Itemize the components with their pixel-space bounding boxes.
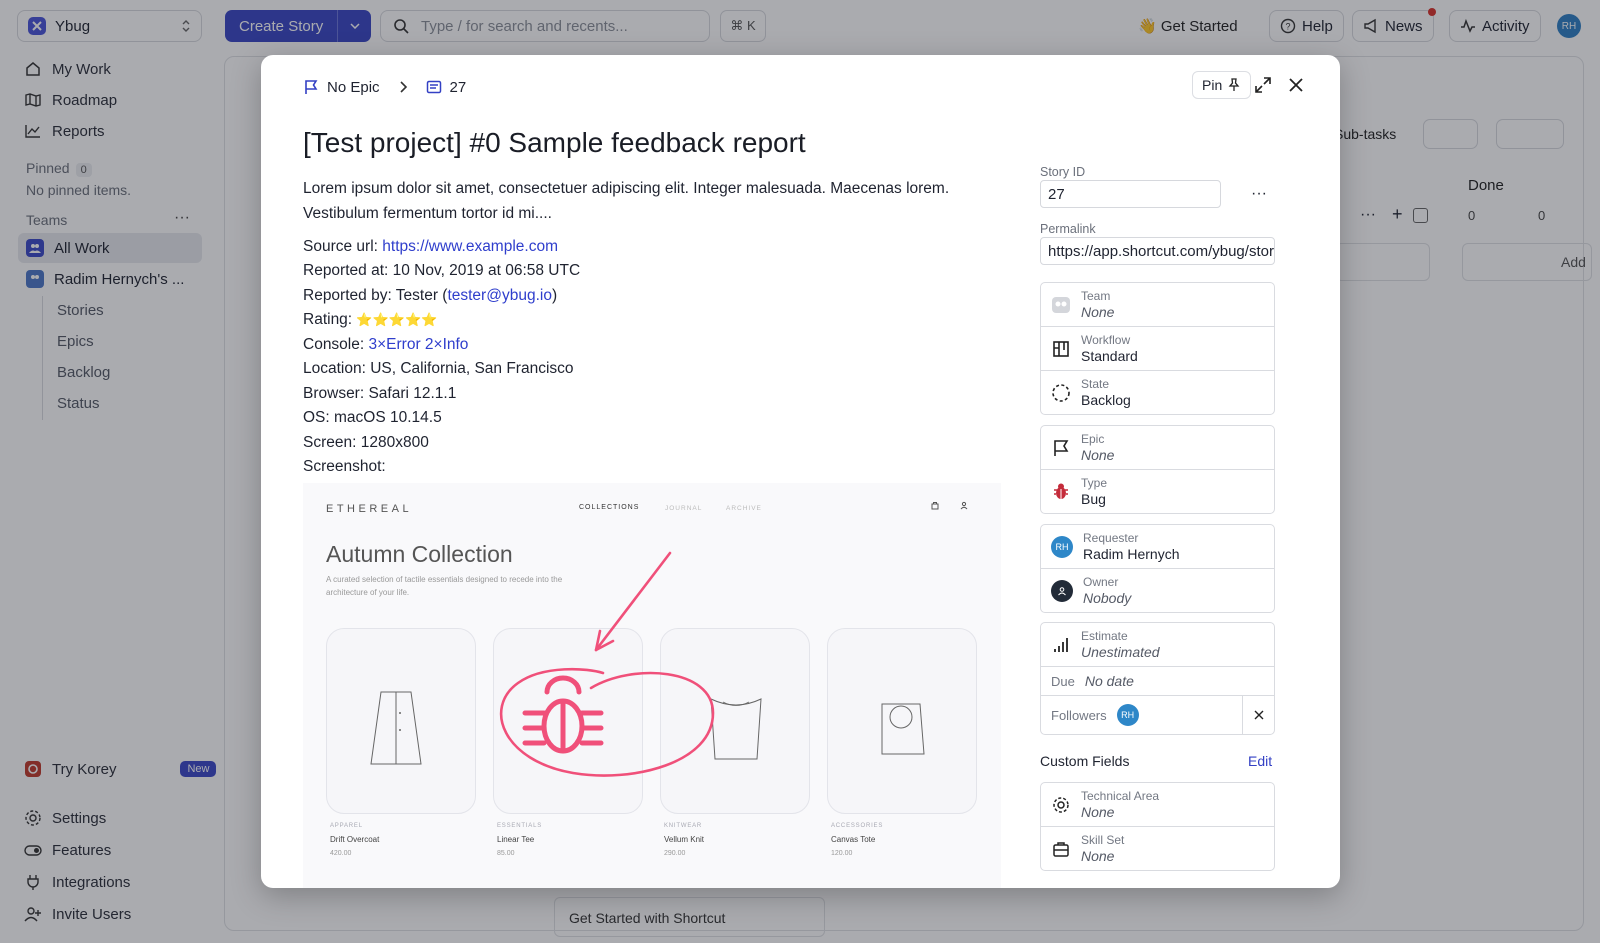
source-url-label: Source url:	[303, 238, 383, 255]
team-value: None	[1081, 303, 1115, 320]
pin-button[interactable]: Pin	[1192, 71, 1252, 99]
more-options-icon[interactable]: ···	[1251, 185, 1267, 203]
epic-label: Epic	[1081, 431, 1105, 446]
followers-field[interactable]: Followers RH	[1040, 695, 1275, 735]
reported-by-close: )	[551, 287, 558, 304]
bug-icon	[1051, 482, 1071, 502]
permalink-label: Permalink	[1040, 222, 1096, 236]
story-id-field[interactable]: 27	[1040, 180, 1221, 208]
reported-by-label: Reported by: Tester (	[303, 287, 448, 304]
permalink-field[interactable]: https://app.shortcut.com/ybug/story/27	[1040, 237, 1275, 265]
technical-area-label: Technical Area	[1081, 788, 1160, 803]
annotation-overlay	[500, 551, 715, 777]
breadcrumb: No Epic 27	[303, 78, 466, 96]
workflow-value: Standard	[1081, 347, 1138, 364]
skill-set-value: None	[1081, 847, 1115, 864]
state-field[interactable]: State Backlog	[1040, 370, 1275, 415]
reporter-email-link[interactable]: tester@ybug.io	[447, 287, 551, 304]
nobody-avatar-icon	[1051, 579, 1073, 602]
gear-icon	[1051, 795, 1071, 815]
due-value: No date	[1084, 672, 1134, 689]
requester-value: Radim Hernych	[1083, 545, 1180, 562]
reported-at: Reported at: 10 Nov, 2019 at 06:58 UTC	[303, 262, 581, 279]
custom-fields-edit-link[interactable]: Edit	[1248, 753, 1272, 769]
owner-value: Nobody	[1083, 589, 1132, 606]
pin-icon	[1228, 78, 1240, 91]
browser-line: Browser: Safari 12.1.1	[303, 385, 457, 402]
technical-area-value: None	[1081, 803, 1115, 820]
custom-fields-heading: Custom Fields	[1040, 753, 1130, 769]
estimate-value: Unestimated	[1081, 643, 1160, 660]
rating-stars: ⭐⭐⭐⭐⭐	[356, 312, 438, 327]
console-label: Console:	[303, 336, 369, 353]
story-id-label: Story ID	[1040, 165, 1086, 179]
estimate-label: Estimate	[1081, 628, 1128, 643]
estimate-bars-icon	[1051, 635, 1071, 655]
requester-avatar: RH	[1051, 535, 1073, 558]
type-value: Bug	[1081, 490, 1106, 507]
team-field[interactable]: Team None	[1040, 282, 1275, 327]
follower-avatar[interactable]: RH	[1116, 704, 1139, 726]
flag-icon	[305, 80, 318, 94]
requester-label: Requester	[1083, 530, 1139, 545]
pin-label: Pin	[1202, 77, 1223, 93]
source-url-link[interactable]: https://www.example.com	[382, 238, 558, 255]
flag-icon	[1051, 438, 1071, 458]
story-title[interactable]: [Test project] #0 Sample feedback report	[303, 127, 806, 159]
workflow-field[interactable]: Workflow Standard	[1040, 326, 1275, 371]
state-backlog-icon	[1051, 383, 1071, 403]
owner-field[interactable]: Owner Nobody	[1040, 568, 1275, 613]
close-icon[interactable]	[1287, 76, 1305, 94]
screenshot-label: Screenshot:	[303, 458, 386, 475]
story-icon	[426, 80, 441, 94]
epic-field[interactable]: Epic None	[1040, 425, 1275, 470]
breadcrumb-story-id[interactable]: 27	[450, 79, 467, 96]
technical-area-field[interactable]: Technical Area None	[1040, 782, 1275, 827]
bug-icon	[522, 675, 604, 754]
expand-icon[interactable]	[1254, 76, 1272, 94]
type-label: Type	[1081, 475, 1108, 490]
screen-line: Screen: 1280x800	[303, 434, 429, 451]
estimate-field[interactable]: Estimate Unestimated	[1040, 622, 1275, 667]
reported-by-line: Reported by: Tester (tester@ybug.io)	[303, 284, 557, 308]
state-value: Backlog	[1081, 391, 1131, 408]
briefcase-icon	[1051, 839, 1071, 859]
console-line: Console: 3×Error 2×Info	[303, 333, 468, 357]
skill-set-field[interactable]: Skill Set None	[1040, 826, 1275, 871]
location-line: Location: US, California, San Francisco	[303, 360, 574, 377]
type-field[interactable]: Type Bug	[1040, 469, 1275, 514]
owner-label: Owner	[1083, 574, 1119, 589]
chevron-right-icon	[399, 81, 407, 93]
story-description[interactable]: Lorem ipsum dolor sit amet, consectetuer…	[303, 177, 1003, 226]
team-label: Team	[1081, 288, 1111, 303]
followers-label: Followers	[1051, 707, 1107, 723]
rating-line: Rating: ⭐⭐⭐⭐⭐	[303, 308, 437, 332]
story-dialog: No Epic 27 Pin [Test project] #0 Sample …	[261, 55, 1340, 888]
team-icon	[1051, 295, 1071, 315]
rating-label: Rating:	[303, 311, 357, 328]
feedback-screenshot[interactable]: ETHEREAL COLLECTIONS JOURNAL ARCHIVE Aut…	[303, 483, 1001, 888]
breadcrumb-epic[interactable]: No Epic	[327, 79, 380, 96]
due-date-field[interactable]: Due No date	[1040, 666, 1275, 696]
skill-set-label: Skill Set	[1081, 832, 1125, 847]
epic-value: None	[1081, 446, 1115, 463]
remove-follower-icon[interactable]	[1242, 696, 1274, 734]
source-url-line: Source url: https://www.example.com	[303, 235, 558, 259]
console-link[interactable]: 3×Error 2×Info	[368, 336, 468, 353]
workflow-icon	[1051, 339, 1071, 359]
due-label: Due	[1051, 673, 1075, 689]
requester-field[interactable]: RH Requester Radim Hernych	[1040, 524, 1275, 569]
workflow-label: Workflow	[1081, 332, 1131, 347]
os-line: OS: macOS 10.14.5	[303, 409, 442, 426]
state-label: State	[1081, 376, 1110, 391]
